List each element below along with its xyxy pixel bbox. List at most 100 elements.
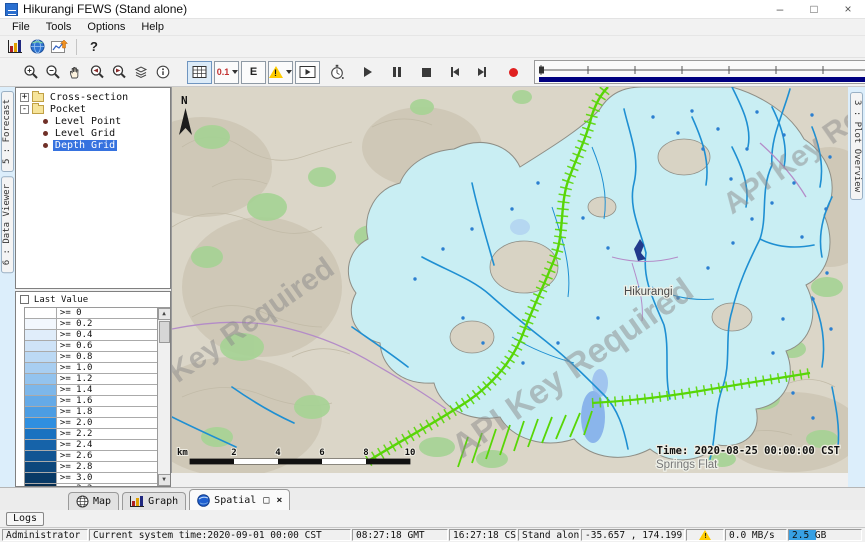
statusbar-text: 08:27:18 GMT [356,530,425,541]
logs-button[interactable]: Logs [6,512,44,526]
legend-color-swatch [25,396,57,406]
legend-row[interactable]: >= 3.0 [25,473,157,484]
warning-dropdown-button[interactable] [268,61,293,84]
tab-forecast[interactable]: 5 : Forecast [1,91,14,172]
menu-item[interactable]: Help [133,21,172,33]
timer-button[interactable] [327,62,347,82]
tree-expander-icon[interactable]: - [20,105,29,114]
minimize-button[interactable]: – [763,0,797,18]
legend-row-label: >= 1.4 [57,385,96,395]
area-label: Springs Flat [656,459,718,471]
legend-row[interactable]: >= 0.8 [25,352,157,363]
statusbar-cell: Administrator [2,529,88,541]
scroll-up-icon[interactable]: ▲ [158,308,171,320]
legend-row[interactable]: >= 2.2 [25,429,157,440]
threshold-dropdown-button[interactable]: 0.1 [214,61,239,84]
stop-icon [422,68,431,77]
play-button[interactable] [358,62,378,82]
legend-row[interactable]: >= 1.8 [25,407,157,418]
zoom-previous-icon [89,64,106,80]
legend-row[interactable]: >= 1.2 [25,374,157,385]
menu-item[interactable]: Tools [38,21,80,33]
legend-title: Last Value [34,295,88,305]
tree-item-label[interactable]: Level Grid [53,128,117,139]
skip-end-button[interactable] [472,62,492,82]
tree-item-label[interactable]: Pocket [48,104,88,115]
tree-item[interactable]: Level Grid [16,127,170,139]
warning-icon[interactable] [699,530,711,540]
tree-item[interactable]: - Pocket [16,103,170,115]
legend-row[interactable]: >= 0.2 [25,319,157,330]
statusbar-cell: 16:27:18 CST [449,529,517,541]
wireframe-globe-icon [76,495,89,508]
label-e-icon: E [250,66,257,78]
legend-row[interactable]: >= 2.8 [25,462,157,473]
tab-graph[interactable]: Graph [122,492,186,510]
database-chart-button[interactable] [5,37,25,57]
timer-icon [329,64,345,80]
svg-text:2: 2 [231,448,236,458]
legend-row[interactable]: >= 1.0 [25,363,157,374]
zoom-next-button[interactable] [109,62,129,82]
zoom-in-button[interactable] [21,62,41,82]
globe-button[interactable] [27,37,47,57]
legend-row-label: >= 0.2 [57,319,96,329]
skip-end-icon [478,67,486,77]
skip-start-icon [451,67,459,77]
tree-item-label[interactable]: Cross-section [48,92,130,103]
tab-data-viewer[interactable]: 6 : Data Viewer [1,176,14,273]
legend-row[interactable]: >= 2.4 [25,440,157,451]
chart-columns-icon [8,40,22,53]
tab-plot-overview[interactable]: 3 : Plot Overview [850,92,863,200]
statusbar-text: Administrator [6,530,80,541]
layers-button[interactable] [131,62,151,82]
legend-row[interactable]: >= 1.4 [25,385,157,396]
menu-item[interactable]: File [4,21,38,33]
zoom-out-button[interactable] [43,62,63,82]
app-icon [5,3,18,16]
stop-button[interactable] [416,62,436,82]
info-button[interactable] [153,62,173,82]
spatial-display-button[interactable] [49,37,69,57]
last-value-checkbox[interactable] [20,295,29,304]
tree-item[interactable]: + Cross-section [16,91,170,103]
tab-maximize-icon[interactable]: □ [263,495,269,506]
grid-display-button[interactable] [187,61,212,84]
menu-item[interactable]: Options [79,21,133,33]
help-icon: ? [84,39,104,54]
tree-item[interactable]: Level Point [16,115,170,127]
legend-row[interactable]: >= 0 [25,308,157,319]
timeline-slider[interactable] [534,60,865,84]
help-button[interactable]: ? [84,37,104,57]
legend-row[interactable]: >= 0.4 [25,330,157,341]
close-button[interactable]: × [831,0,865,18]
maximize-button[interactable]: □ [797,0,831,18]
legend-row[interactable]: >= 3.2 [25,484,157,486]
legend-row-label: >= 1.0 [57,363,96,373]
pause-button[interactable] [387,62,407,82]
tree-item-label[interactable]: Depth Grid [53,140,117,151]
zoom-previous-button[interactable] [87,62,107,82]
legend-row[interactable]: >= 1.6 [25,396,157,407]
animation-button[interactable] [295,61,320,84]
legend-scrollbar[interactable]: ▲ ▼ [157,308,170,486]
tab-map[interactable]: Map [68,492,119,510]
legend-row-label: >= 1.8 [57,407,96,417]
labels-button[interactable]: E [241,61,266,84]
scroll-down-icon[interactable]: ▼ [158,474,171,486]
legend-row[interactable]: >= 0.6 [25,341,157,352]
tab-spatial[interactable]: Spatial □ × [189,489,290,510]
record-button[interactable] [503,62,523,82]
legend-row[interactable]: >= 2.0 [25,418,157,429]
tree-item-label[interactable]: Level Point [53,116,123,127]
scroll-thumb[interactable] [159,321,170,343]
pan-button[interactable] [65,62,85,82]
map-view[interactable]: API Key Required API Key Required API Ke… [171,87,848,473]
legend-row[interactable]: >= 2.6 [25,451,157,462]
tab-close-icon[interactable]: × [276,495,282,506]
skip-start-button[interactable] [445,62,465,82]
legend-color-swatch [25,385,57,395]
tree-expander-icon[interactable]: + [20,93,29,102]
tree-item[interactable]: Depth Grid [16,139,170,151]
statusbar-text: 0.0 MB/s [729,530,775,541]
